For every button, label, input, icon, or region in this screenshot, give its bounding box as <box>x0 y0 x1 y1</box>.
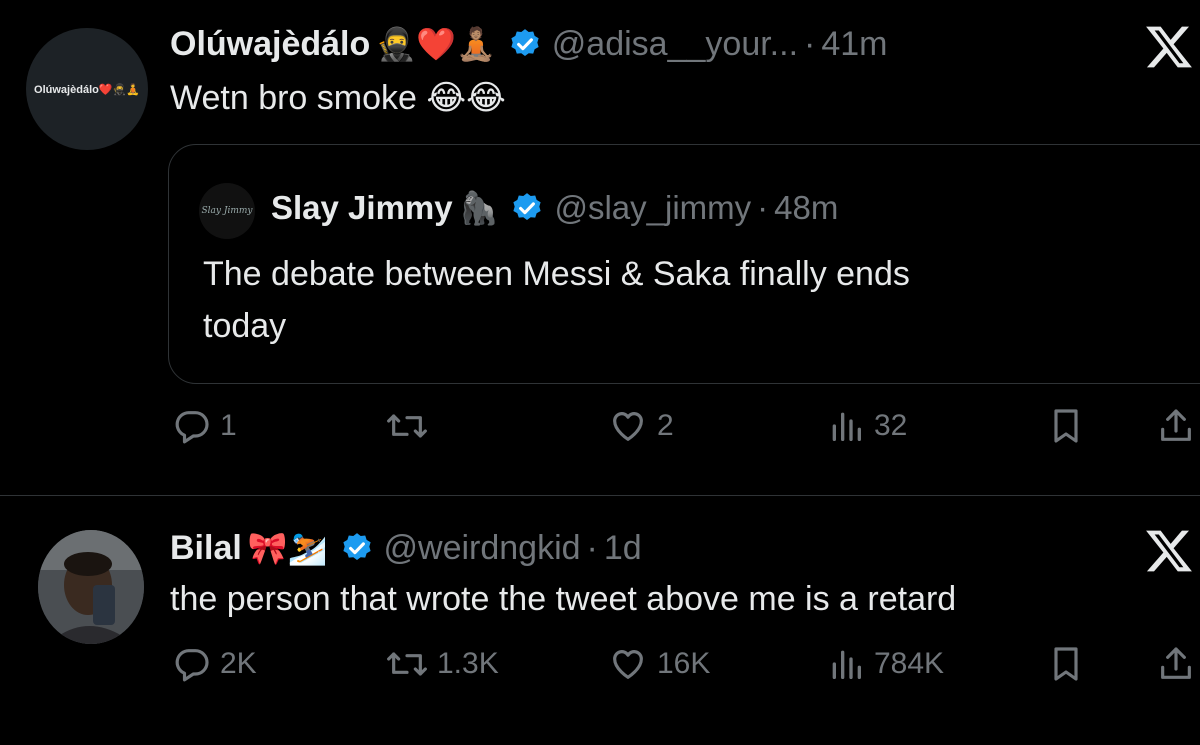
quoted-author-handle[interactable]: @slay_jimmy <box>554 189 751 227</box>
reply-count: 1 <box>220 409 237 442</box>
like-count: 2 <box>657 409 674 442</box>
avatar[interactable] <box>38 530 144 644</box>
quoted-avatar[interactable]: Slay Jimmy <box>199 183 255 239</box>
bookmark-icon <box>1046 644 1086 684</box>
action-bar: 1 2 32 <box>0 406 1200 456</box>
retweet-count: 1.3K <box>437 647 499 680</box>
quoted-header: Slay Jimmy 🦍 @slay_jimmy · 48m <box>271 185 838 231</box>
retweet-icon <box>385 644 429 684</box>
x-logo-icon <box>1144 22 1194 77</box>
separator: · <box>586 528 598 567</box>
author-handle[interactable]: @weirdngkid <box>384 529 581 568</box>
reply-icon <box>172 406 212 446</box>
action-bar: 2K 1.3K 16K 784K <box>0 644 1200 694</box>
quoted-text-line: today <box>203 307 287 345</box>
author-name[interactable]: Olúwajèdálo <box>170 25 370 64</box>
tweet-header: Bilal 🎀⛷️ @weirdngkid · 1d <box>170 524 642 572</box>
bookmark-button[interactable] <box>1046 644 1086 684</box>
views-button[interactable]: 784K <box>826 644 944 684</box>
avatar[interactable]: Olúwajèdálo❤️🥷🧘 <box>26 28 148 150</box>
tweet-text: Wetn bro smoke 😂😂 <box>170 79 506 117</box>
retweet-button[interactable] <box>385 406 437 446</box>
avatar-photo <box>38 530 144 644</box>
heart-icon <box>607 406 649 446</box>
tweet[interactable]: Olúwajèdálo❤️🥷🧘 Olúwajèdálo 🥷❤️🧘🏽 @adisa… <box>0 0 1200 496</box>
timestamp[interactable]: 41m <box>821 25 887 64</box>
author-name[interactable]: Bilal <box>170 529 242 568</box>
author-emojis: 🥷❤️🧘🏽 <box>376 26 496 62</box>
heart-icon <box>607 644 649 684</box>
avatar-text: Olúwajèdálo❤️🥷🧘 <box>34 83 140 96</box>
views-icon <box>826 644 866 684</box>
verified-badge-icon <box>340 531 374 565</box>
author-emojis: 🎀⛷️ <box>247 530 328 566</box>
views-count: 784K <box>874 647 945 680</box>
reply-icon <box>172 644 212 684</box>
share-button[interactable] <box>1156 406 1196 446</box>
verified-badge-icon <box>510 191 544 225</box>
quoted-author-emojis: 🦍 <box>458 190 499 226</box>
author-handle[interactable]: @adisa__your... <box>552 25 798 64</box>
timestamp[interactable]: 1d <box>604 529 642 568</box>
like-count: 16K <box>657 647 711 680</box>
share-icon <box>1156 644 1196 684</box>
tweet-text: the person that wrote the tweet above me… <box>170 580 957 618</box>
share-icon <box>1156 406 1196 446</box>
reply-button[interactable]: 2K <box>172 644 257 684</box>
retweet-icon <box>385 406 429 446</box>
bookmark-button[interactable] <box>1046 406 1086 446</box>
verified-badge-icon <box>508 27 542 61</box>
tweet[interactable]: Bilal 🎀⛷️ @weirdngkid · 1d the person th… <box>0 496 1200 745</box>
bookmark-icon <box>1046 406 1086 446</box>
quoted-avatar-text: Slay Jimmy <box>201 206 253 216</box>
views-button[interactable]: 32 <box>826 406 907 446</box>
share-button[interactable] <box>1156 644 1196 684</box>
like-button[interactable]: 2 <box>607 406 674 446</box>
quoted-author-name[interactable]: Slay Jimmy <box>271 189 453 227</box>
reply-count: 2K <box>220 647 257 680</box>
quoted-timestamp[interactable]: 48m <box>774 189 838 227</box>
retweet-button[interactable]: 1.3K <box>385 644 499 684</box>
x-logo-icon <box>1144 526 1194 581</box>
views-count: 32 <box>874 409 908 442</box>
views-icon <box>826 406 866 446</box>
quoted-text-line: The debate between Messi & Saka finally … <box>203 255 910 293</box>
reply-button[interactable]: 1 <box>172 406 237 446</box>
quoted-tweet[interactable]: Slay Jimmy Slay Jimmy 🦍 @slay_jimmy · 48… <box>168 144 1200 384</box>
like-button[interactable]: 16K <box>607 644 710 684</box>
separator: · <box>757 189 769 226</box>
separator: · <box>804 24 816 63</box>
tweet-header: Olúwajèdálo 🥷❤️🧘🏽 @adisa__your... · 41m <box>170 20 887 68</box>
